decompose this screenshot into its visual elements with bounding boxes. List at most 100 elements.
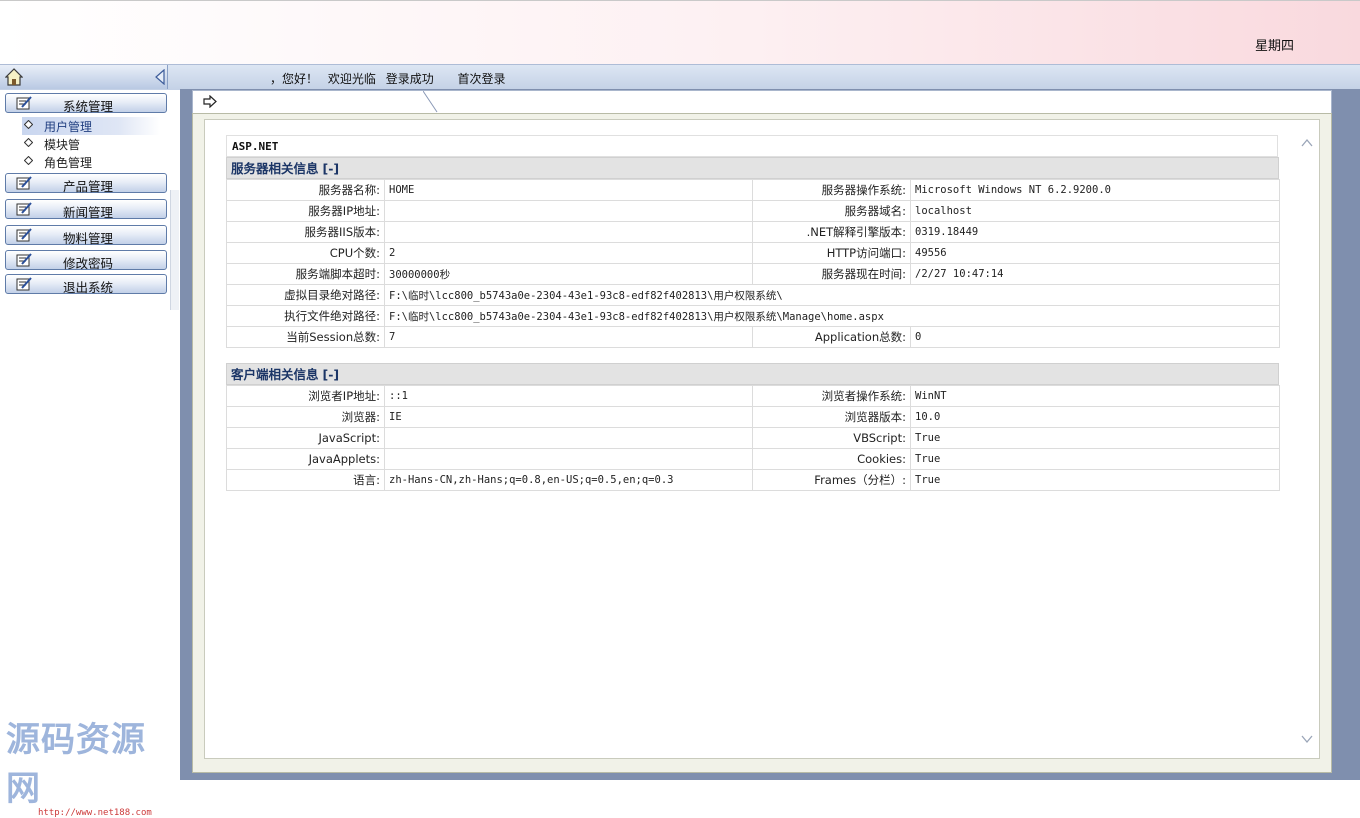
field-label: Application总数: [752,326,911,348]
top-header: 星期四 [0,0,1360,65]
field-value: 2 [384,242,753,264]
field-label: VBScript: [752,427,911,449]
scroll-up-icon[interactable] [1301,138,1313,148]
scroll-down-icon[interactable] [1301,734,1313,744]
diamond-bullet-icon [24,120,33,129]
field-value: 0 [910,326,1280,348]
arrow-right-icon[interactable] [203,95,217,108]
welcome-message: ，您好！ 欢迎光临 登录成功 首次登录 [270,70,512,87]
sidebar-header [0,65,168,89]
sidebar-scrollbar[interactable] [170,190,179,310]
menu-news-management[interactable]: 新闻管理 [5,199,167,220]
field-label: 服务端脚本超时: [226,263,385,285]
edit-note-icon [16,253,32,267]
field-label: 服务器现在时间: [752,263,911,285]
client-info-table: 浏览者IP地址: ::1 浏览者操作系统: WinNT 浏览器: IE 浏览器版… [226,385,1280,491]
field-value: True [910,427,1280,449]
field-value: zh-Hans-CN,zh-Hans;q=0.8,en-US;q=0.5,en;… [384,469,753,491]
welcome-bar: ，您好！ 欢迎光临 登录成功 首次登录 [0,64,1360,91]
collapse-sidebar-icon[interactable] [154,69,166,85]
field-value: 7 [384,326,753,348]
sidebar-item-label: 用户管理 [44,120,93,134]
field-value: localhost [910,200,1280,222]
field-label: JavaScript: [226,427,385,449]
main-frame: ASP.NET 服务器相关信息 [-] 服务器名称: HOME 服务器操作系统: … [180,89,1360,780]
sidebar-item-user-management[interactable]: 用户管理 [22,117,160,135]
field-value: F:\临时\lcc800_b5743a0e-2304-43e1-93c8-edf… [384,305,1280,327]
field-value: 0319.18449 [910,221,1280,243]
field-value: Microsoft Windows NT 6.2.9200.0 [910,179,1280,201]
server-info-table: 服务器名称: HOME 服务器操作系统: Microsoft Windows N… [226,179,1280,348]
field-label: 浏览者IP地址: [226,385,385,407]
first-login-text: 首次登录 [457,72,506,86]
table-row: 服务器名称: HOME 服务器操作系统: Microsoft Windows N… [226,179,1280,201]
field-label: 浏览者操作系统: [752,385,911,407]
tab-edge-icon [423,91,438,113]
field-value [384,200,753,222]
section-header: 客户端相关信息 [-] [226,363,1279,385]
diamond-bullet-icon [24,156,33,165]
menu-material-management[interactable]: 物料管理 [5,225,167,246]
menu-label: 修改密码 [63,256,114,271]
field-value: True [910,469,1280,491]
field-value [384,448,753,470]
field-label: .NET解释引擎版本: [752,221,911,243]
collapse-toggle[interactable]: [-] [323,161,340,176]
menu-change-password[interactable]: 修改密码 [5,250,167,271]
field-label: 浏览器版本: [752,406,911,428]
client-info-section: 客户端相关信息 [-] 浏览者IP地址: ::1 浏览者操作系统: WinNT 浏… [226,363,1280,491]
field-label: 虚拟目录绝对路径: [226,284,385,306]
menu-label: 退出系统 [63,280,114,295]
sidebar-item-role-management[interactable]: 角色管理 [22,153,162,171]
server-info-section: 服务器相关信息 [-] 服务器名称: HOME 服务器操作系统: Microsof… [226,157,1280,348]
menu-label: 新闻管理 [63,205,114,220]
menu-logout[interactable]: 退出系统 [5,274,167,295]
field-value: F:\临时\lcc800_b5743a0e-2304-43e1-93c8-edf… [384,284,1280,306]
welcome-text: 欢迎光临 [327,72,376,86]
collapse-toggle[interactable]: [-] [323,367,340,382]
table-row: 服务器IP地址: 服务器域名: localhost [226,200,1280,222]
field-label: Frames（分栏）: [752,469,911,491]
tab-bar [192,90,1332,114]
field-label: HTTP访问端口: [752,242,911,264]
field-value [384,427,753,449]
table-row: 虚拟目录绝对路径: F:\临时\lcc800_b5743a0e-2304-43e… [226,284,1280,306]
edit-note-icon [16,228,32,242]
weekday-label: 星期四 [1254,39,1294,54]
table-row: 执行文件绝对路径: F:\临时\lcc800_b5743a0e-2304-43e… [226,305,1280,327]
field-label: CPU个数: [226,242,385,264]
field-value: HOME [384,179,753,201]
field-label: 浏览器: [226,406,385,428]
table-row: 服务器IIS版本: .NET解释引擎版本: 0319.18449 [226,221,1280,243]
edit-note-icon [16,202,32,216]
menu-label: 物料管理 [63,231,114,246]
field-label: 服务器名称: [226,179,385,201]
sidebar-item-label: 模块管 [44,138,81,152]
field-label: Cookies: [752,448,911,470]
table-row: JavaApplets: Cookies: True [226,448,1280,470]
field-value: ::1 [384,385,753,407]
sidebar-item-module-management[interactable]: 模块管 [22,135,162,153]
section-header: 服务器相关信息 [-] [226,157,1279,179]
field-label: 执行文件绝对路径: [226,305,385,327]
section-title: 客户端相关信息 [231,367,319,382]
edit-note-icon [16,176,32,190]
table-row: 服务端脚本超时: 30000000秒 服务器现在时间: /2/27 10:47:… [226,263,1280,285]
home-icon[interactable] [5,68,23,86]
edit-note-icon [16,277,32,291]
sidebar: 系统管理 用户管理 模块管 角色管理 产品管理 新闻管理 物料管理 修改密码 退… [0,90,180,818]
watermark: 源码资源网 http://www.net188.com [6,712,180,818]
diamond-bullet-icon [24,138,33,147]
sidebar-item-label: 角色管理 [44,156,93,170]
field-label: 服务器IIS版本: [226,221,385,243]
field-value: 30000000秒 [384,263,753,285]
field-value [384,221,753,243]
section-title: 服务器相关信息 [231,161,319,176]
aspnet-banner: ASP.NET [226,135,1278,157]
field-value: /2/27 10:47:14 [910,263,1280,285]
menu-product-management[interactable]: 产品管理 [5,173,167,194]
menu-system-management[interactable]: 系统管理 [5,93,167,114]
field-label: 当前Session总数: [226,326,385,348]
field-value: WinNT [910,385,1280,407]
edit-note-icon [16,96,32,110]
